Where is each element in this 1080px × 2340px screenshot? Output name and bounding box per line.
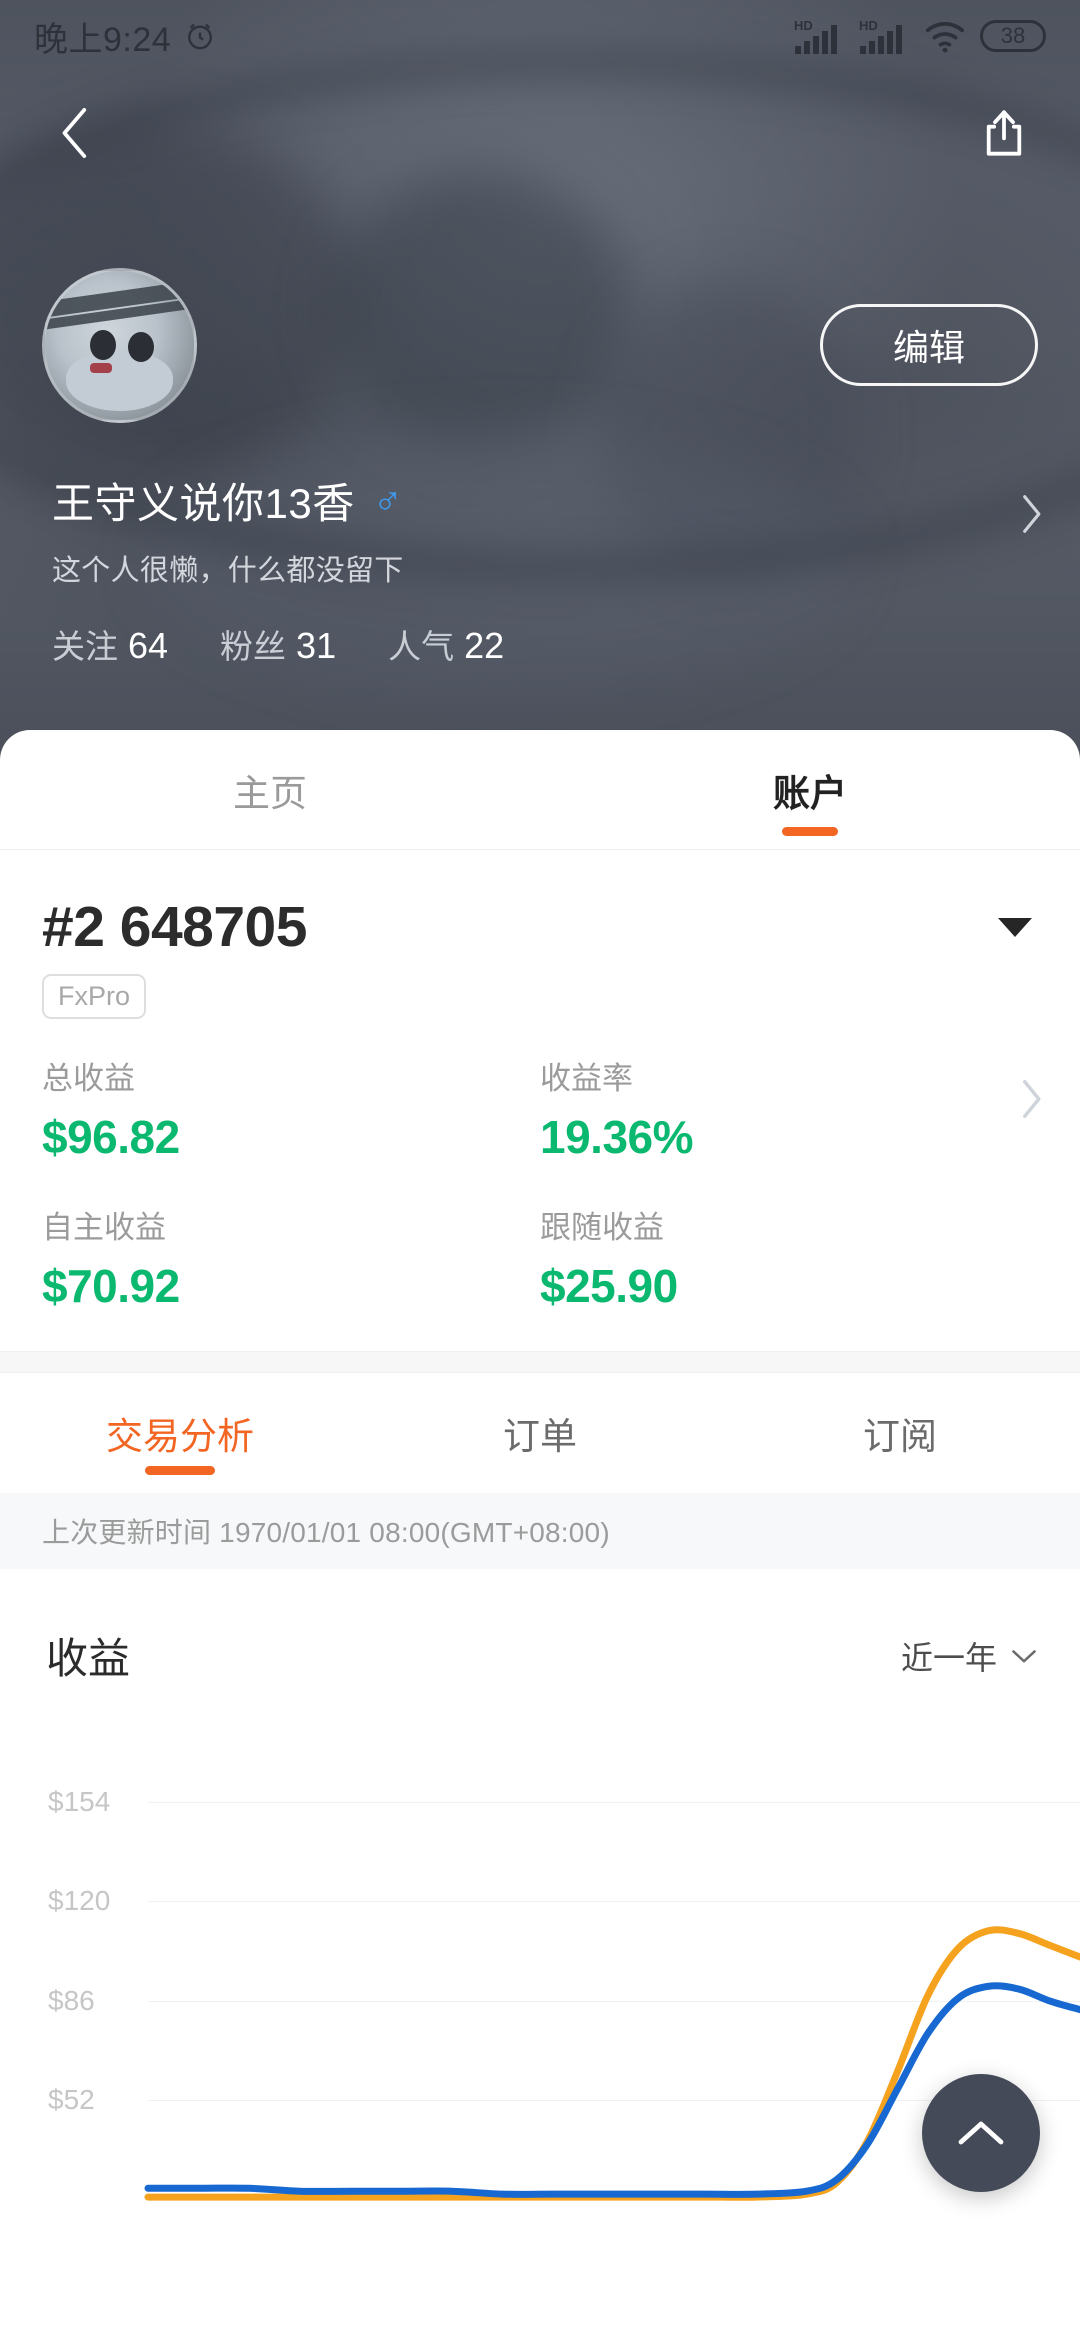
profile-detail-chevron[interactable] <box>1018 492 1044 541</box>
avatar[interactable] <box>42 267 197 423</box>
account-metrics[interactable]: 总收益 $96.82 收益率 19.36% 自主收益 $70.92 跟随收益 $… <box>0 1019 1080 1313</box>
scroll-to-top-icon <box>958 2121 1004 2145</box>
share-button[interactable] <box>968 97 1040 169</box>
last-updated-text: 上次更新时间 1970/01/01 08:00(GMT+08:00) <box>0 1493 1080 1569</box>
subtab-label: 交易分析 <box>106 1416 254 1457</box>
account-number: #2 648705 <box>42 895 307 959</box>
account-header-row[interactable]: #2 648705 <box>42 894 1038 960</box>
metrics-row-1: 总收益 $96.82 收益率 19.36% <box>42 1053 1038 1164</box>
section-divider <box>0 1351 1080 1373</box>
profile-bio: 这个人很懒，什么都没留下 <box>52 555 404 587</box>
stat-label: 人气 <box>388 628 455 665</box>
tab-account-label: 账户 <box>773 772 847 814</box>
metric-label: 收益率 <box>540 1061 633 1096</box>
subtab-label: 订单 <box>503 1416 577 1457</box>
status-bar: 晚上9:24 HD HD 38 <box>0 0 1080 72</box>
tab-home[interactable]: 主页 <box>0 730 540 850</box>
profile-stats: 关注 64 粉丝 31 人气 22 <box>52 620 504 668</box>
metric-label: 跟随收益 <box>540 1210 664 1245</box>
tab-account[interactable]: 账户 <box>540 730 1080 850</box>
earnings-line-chart: $154 $120 $86 $52 <box>0 1722 1080 2222</box>
chevron-down-icon <box>1012 1649 1036 1663</box>
signal-hd-icon-1: HD <box>794 18 837 54</box>
analysis-subtabs: 交易分析 订单 订阅 <box>0 1373 1080 1493</box>
broker-badge: FxPro <box>42 974 147 1019</box>
stat-label: 关注 <box>52 628 118 665</box>
wifi-icon <box>925 22 965 53</box>
chart-range-selector[interactable]: 近一年 <box>901 1633 1038 1679</box>
battery-indicator: 38 <box>980 20 1046 52</box>
stat-value: 64 <box>128 625 169 666</box>
subtab-label: 订阅 <box>863 1416 937 1457</box>
metric-copy-profit: 跟随收益 $25.90 <box>540 1202 1038 1313</box>
avatar-detail <box>89 362 112 373</box>
svg-text:HD: HD <box>859 18 878 33</box>
edit-profile-button[interactable]: 编辑 <box>820 304 1038 386</box>
metric-self-profit: 自主收益 $70.92 <box>42 1202 540 1313</box>
content-card: 主页 账户 #2 648705 FxPro 总收益 $96.82 收益率 19.… <box>0 730 1080 2340</box>
avatar-detail <box>89 330 116 361</box>
chevron-right-icon <box>1023 495 1041 533</box>
metric-value: $25.90 <box>540 1260 678 1312</box>
metric-value: $96.82 <box>42 1111 180 1163</box>
signal-hd-icon-2: HD <box>859 18 902 54</box>
stat-following[interactable]: 关注 64 <box>52 620 168 668</box>
profile-name-block: 王守义说你13香 ♂ 这个人很懒，什么都没留下 <box>52 470 404 589</box>
status-bar-left: 晚上9:24 <box>34 12 217 61</box>
subtab-subscriptions[interactable]: 订阅 <box>720 1373 1080 1493</box>
metrics-row-2: 自主收益 $70.92 跟随收益 $25.90 <box>42 1202 1038 1313</box>
chart-title: 收益 <box>46 1635 131 1682</box>
gender-male-icon: ♂ <box>372 478 403 522</box>
metric-label: 自主收益 <box>42 1210 166 1245</box>
stat-followers[interactable]: 粉丝 31 <box>220 620 336 668</box>
profile-name-row[interactable]: 王守义说你13香 ♂ 这个人很懒，什么都没留下 <box>0 470 1080 589</box>
tab-home-label: 主页 <box>233 772 307 814</box>
back-button[interactable] <box>40 97 112 169</box>
scroll-to-top-button[interactable] <box>922 2074 1040 2192</box>
metric-total-profit: 总收益 $96.82 <box>42 1053 540 1164</box>
metric-label: 总收益 <box>42 1061 135 1096</box>
alarm-clock-icon <box>188 23 213 50</box>
status-bar-right: HD HD 38 <box>793 16 1046 56</box>
avatar-detail <box>65 350 174 411</box>
stat-label: 粉丝 <box>220 628 287 665</box>
svg-text:HD: HD <box>794 18 813 33</box>
chevron-right-icon <box>1022 1079 1041 1119</box>
back-chevron-icon <box>62 108 87 158</box>
main-tabs: 主页 账户 <box>0 730 1080 850</box>
metric-value: $70.92 <box>42 1260 180 1312</box>
stat-value: 22 <box>464 625 505 666</box>
header-nav-row <box>0 88 1080 178</box>
avatar-row: 编辑 <box>0 267 1080 423</box>
share-icon <box>986 110 1022 156</box>
phone-screen: 晚上9:24 HD HD 38 编辑 王守义说你13香 ♂ 这个人很懒，什么都没… <box>0 0 1080 2340</box>
chart-header: 收益 近一年 <box>0 1569 1080 1686</box>
metric-return-rate: 收益率 19.36% <box>540 1053 1038 1164</box>
metric-value: 19.36% <box>540 1111 694 1163</box>
metrics-detail-chevron[interactable] <box>1018 1077 1044 1126</box>
account-section: #2 648705 FxPro <box>0 850 1080 1019</box>
chart-lines <box>144 1926 1080 2201</box>
username-line: 王守义说你13香 ♂ <box>52 470 404 531</box>
avatar-detail <box>128 331 155 362</box>
chart-range-label: 近一年 <box>900 1639 997 1676</box>
subtab-orders[interactable]: 订单 <box>360 1373 720 1493</box>
status-time: 晚上9:24 <box>34 20 172 59</box>
stat-popularity[interactable]: 人气 22 <box>388 620 504 668</box>
edit-profile-label: 编辑 <box>892 327 965 368</box>
subtab-trade-analysis[interactable]: 交易分析 <box>0 1373 360 1493</box>
stat-value: 31 <box>296 625 337 666</box>
username: 王守义说你13香 <box>52 480 355 527</box>
earnings-chart-section: 收益 近一年 $154 $120 $86 $52 <box>0 1569 1080 2222</box>
account-dropdown-caret-icon[interactable] <box>998 917 1032 937</box>
